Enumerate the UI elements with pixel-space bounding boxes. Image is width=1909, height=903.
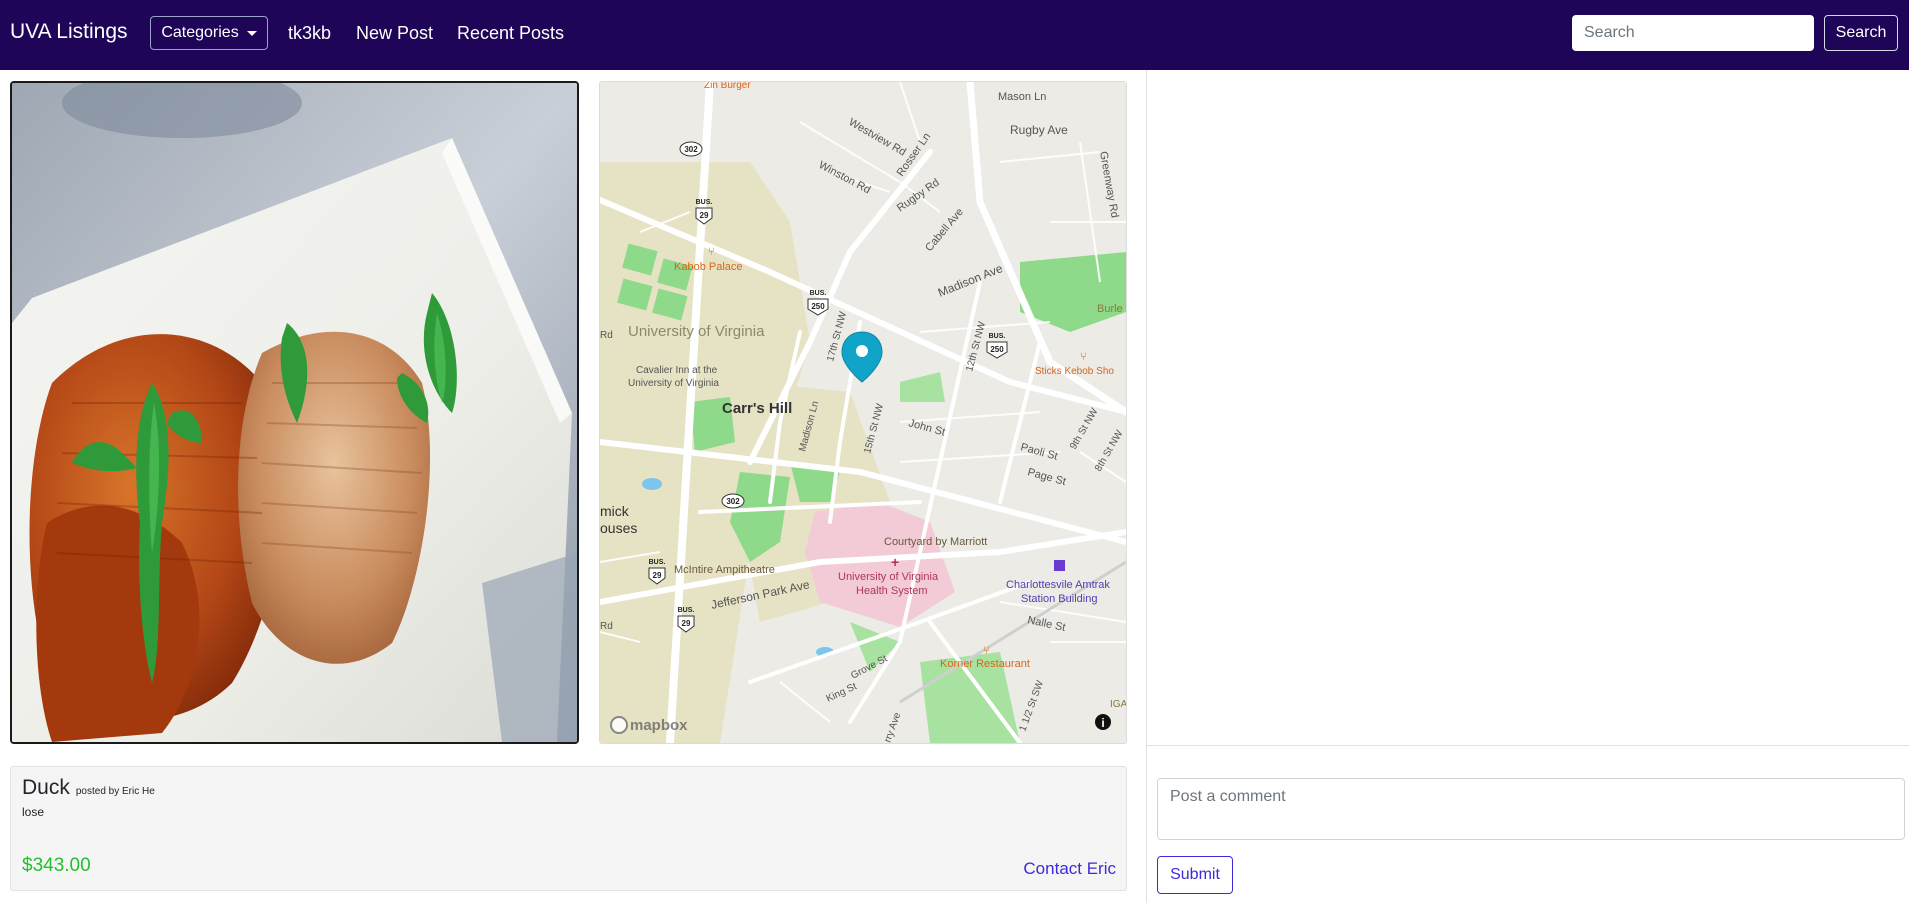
map-label-uva-health-2: Health System [856, 585, 928, 597]
route-302-shield-1: 302 [679, 141, 703, 157]
duck-dish-image [12, 83, 577, 742]
restaurant-icon: ⑂ [708, 246, 715, 258]
svg-text:BUS.: BUS. [989, 333, 1006, 340]
listing-title-row: Duck posted by Eric He [22, 776, 155, 800]
top-navbar: UVA Listings Categories tk3kb New Post R… [0, 0, 1909, 70]
map-label-mcintire: McIntire Ampitheatre [674, 564, 775, 576]
restaurant-icon: ⑂ [983, 645, 990, 657]
hospital-icon: + [891, 554, 899, 570]
svg-text:302: 302 [684, 145, 698, 154]
route-250-shield-2: BUS. 250 [986, 333, 1008, 359]
nav-link-recent-posts[interactable]: Recent Posts [457, 23, 564, 44]
map-label-burley: Burle [1097, 303, 1123, 315]
train-station-icon [1054, 560, 1065, 571]
submit-comment-button[interactable]: Submit [1157, 856, 1233, 894]
map-label-zin-burger: Zin Burger [704, 82, 751, 91]
svg-text:250: 250 [990, 345, 1004, 354]
comments-divider [1147, 745, 1909, 746]
map-label-kabob-palace: Kabob Palace [674, 261, 743, 273]
map-label-amtrak-2: Station Building [1021, 593, 1097, 605]
map-label-university: University of Virginia [628, 323, 765, 340]
svg-text:BUS.: BUS. [810, 290, 827, 297]
map-label-rugby-ave: Rugby Ave [1010, 123, 1068, 137]
map-label-iga: IGA [1110, 699, 1126, 710]
svg-text:29: 29 [653, 571, 662, 580]
map-label-sticks: Sticks Kebob Sho [1035, 366, 1114, 377]
listing-description: lose [22, 805, 45, 819]
mapbox-logo[interactable]: mapbox [610, 716, 688, 734]
route-302-shield-2: 302 [721, 493, 745, 509]
listing-price: $343.00 [22, 855, 91, 876]
map-info-icon[interactable]: i [1095, 714, 1111, 730]
svg-text:BUS.: BUS. [678, 607, 695, 614]
caret-down-icon [246, 30, 257, 36]
categories-dropdown[interactable]: Categories [150, 16, 268, 50]
map-label-rd-left-1: Rd [600, 330, 613, 341]
contact-seller-link[interactable]: Contact Eric [1023, 859, 1116, 879]
comment-input[interactable] [1157, 778, 1905, 840]
search-input[interactable] [1572, 15, 1814, 51]
svg-text:302: 302 [726, 497, 740, 506]
svg-text:29: 29 [682, 619, 691, 628]
map-label-korner: Korner Restaurant [940, 658, 1030, 670]
map-label-rd-left-2: Rd [600, 621, 613, 632]
nav-link-user[interactable]: tk3kb [288, 23, 331, 44]
search-button[interactable]: Search [1824, 15, 1898, 51]
map-label-mason-ln: Mason Ln [998, 91, 1046, 103]
map-label-cavalier-1: Cavalier Inn at the [636, 365, 718, 376]
map-label-uva-health-1: University of Virginia [838, 571, 939, 583]
map-label-mccormick-2: ouses [600, 520, 637, 536]
listing-title: Duck [22, 776, 70, 799]
map-label-cavalier-2: University of Virginia [628, 378, 719, 389]
posted-by: posted by Eric He [75, 786, 155, 797]
svg-text:BUS.: BUS. [649, 559, 666, 566]
nav-link-new-post[interactable]: New Post [356, 23, 433, 44]
svg-text:250: 250 [811, 302, 825, 311]
brand-logo[interactable]: UVA Listings [10, 20, 128, 44]
restaurant-icon: ⑂ [1080, 351, 1087, 363]
svg-text:mapbox: mapbox [630, 717, 688, 734]
categories-label: Categories [161, 24, 239, 41]
location-map[interactable]: Zin Burger Mason Ln Rugby Ave Westview R… [599, 81, 1127, 744]
svg-text:i: i [1101, 716, 1104, 730]
map-label-mccormick-1: mick [600, 503, 630, 519]
listing-card: Duck posted by Eric He lose $343.00 Conta… [10, 766, 1127, 891]
map-label-carrs-hill: Carr's Hill [722, 400, 792, 417]
listing-photo [10, 81, 579, 744]
map-label-amtrak-1: Charlottesvile Amtrak [1006, 579, 1110, 591]
svg-text:BUS.: BUS. [696, 199, 713, 206]
map-label-courtyard: Courtyard by Marriott [884, 536, 987, 548]
route-250-shield-1: BUS. 250 [807, 290, 829, 316]
map-canvas[interactable]: Zin Burger Mason Ln Rugby Ave Westview R… [600, 82, 1126, 743]
svg-text:29: 29 [700, 211, 709, 220]
